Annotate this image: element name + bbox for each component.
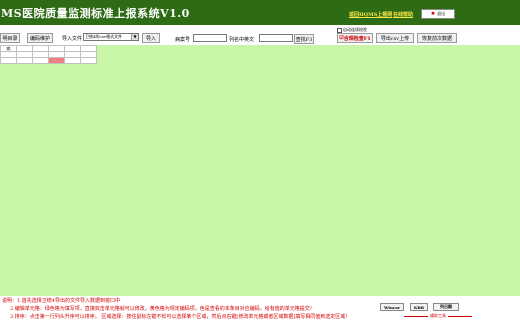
export-csv-button[interactable]: 导出csv上传 bbox=[376, 33, 414, 43]
instruction-line-3: 3.排序：点击第一行列头升序可以排序。 区域选择：按住鼠标左键不松可以选择某个区… bbox=[10, 314, 351, 320]
toolbar: 明目录 编码维护 导入文件 卫统4的csv格式文件 ▼ 导入 病案号 列名中英文… bbox=[0, 25, 520, 45]
encode-maintain-button[interactable]: 编码维护 bbox=[27, 33, 53, 43]
restore-data-button[interactable]: 恢复前次数据 bbox=[417, 33, 457, 43]
grid-row bbox=[0, 57, 97, 64]
exit-icon: ✖ bbox=[430, 11, 436, 17]
wincar-button[interactable]: Wincar bbox=[380, 303, 404, 311]
grid-cell[interactable] bbox=[80, 57, 97, 64]
directory-tab[interactable]: 明目录 bbox=[0, 33, 20, 43]
online-help-link[interactable]: 在线帮助 bbox=[393, 11, 413, 18]
grid-highlighted-cell[interactable] bbox=[48, 57, 65, 64]
grid-cell[interactable] bbox=[16, 57, 33, 64]
data-grid[interactable]: 病 bbox=[0, 45, 97, 64]
compliance-check-label: 合规检查F1 bbox=[343, 35, 371, 42]
chevron-down-icon[interactable]: ▼ bbox=[131, 34, 138, 40]
grid-cell[interactable] bbox=[64, 57, 81, 64]
kbr-button[interactable]: KBR bbox=[410, 303, 428, 311]
title-bar: MS医院质量监测标准上报系统V1.0 返回HQMS上报网 在线帮助 ✖ 退出 bbox=[0, 0, 520, 25]
column-name-input[interactable] bbox=[259, 34, 293, 42]
hqms-link[interactable]: 返回HQMS上报网 bbox=[349, 11, 392, 18]
exit-button[interactable]: ✖ 退出 bbox=[421, 9, 455, 19]
find-button[interactable]: 查找F3 bbox=[294, 34, 314, 44]
format-select[interactable]: 卫统4的csv格式文件 ▼ bbox=[83, 33, 139, 41]
grid-cell[interactable] bbox=[0, 57, 17, 64]
format-select-value: 卫统4的csv格式文件 bbox=[85, 34, 123, 39]
instruction-line-2: 2.编辑单元格：绿色格为填写项，直接双击单元格就可以修改，黄色格为规定编码项，色… bbox=[10, 306, 315, 312]
app-title: MS医院质量监测标准上报系统V1.0 bbox=[1, 7, 190, 20]
column-date-button[interactable]: 列日期 bbox=[433, 303, 459, 311]
import-button[interactable]: 导入 bbox=[142, 33, 160, 43]
exit-label: 退出 bbox=[437, 11, 446, 16]
import-file-label: 导入文件 bbox=[62, 36, 83, 42]
grid-cell[interactable] bbox=[32, 57, 49, 64]
column-name-label: 列名中英文 bbox=[229, 37, 255, 43]
checkbox-box[interactable] bbox=[337, 27, 342, 33]
case-no-input[interactable] bbox=[193, 34, 227, 42]
instruction-line-1: 说明：1.首先选择卫统4导出的文件导入数据到窗口中 bbox=[2, 298, 120, 304]
compliance-check-button[interactable]: ☑ 合规检查F1 bbox=[337, 33, 373, 43]
case-no-label: 病案号 bbox=[175, 37, 191, 43]
assist-tools-label: 辅助工具 bbox=[402, 312, 474, 320]
